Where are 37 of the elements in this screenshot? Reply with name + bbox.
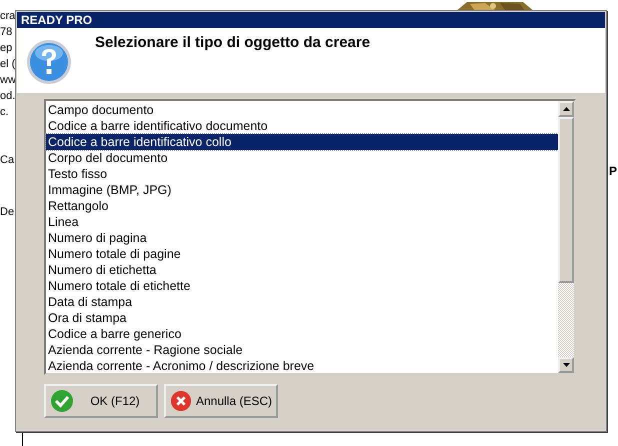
list-item[interactable]: Codice a barre identificativo documento [46,118,558,134]
scrollbar[interactable] [558,101,574,373]
list-item[interactable]: Codice a barre identificativo collo [46,134,558,150]
down-arrow-icon[interactable] [562,363,570,367]
close-icon [170,389,192,413]
document-text: el ( [0,58,16,70]
list-item[interactable]: Corpo del documento [46,150,558,166]
cancel-button[interactable]: Annulla (ESC) [164,384,278,418]
list-item[interactable]: Data di stampa [46,294,558,310]
document-text: od. [0,90,16,102]
list-item[interactable]: Azienda corrente - Ragione sociale [46,342,558,358]
up-arrow-icon[interactable] [562,107,570,111]
list-item[interactable]: Numero di pagina [46,230,558,246]
list-item[interactable]: Campo documento [46,102,558,118]
window-title: READY PRO [17,12,605,28]
list-item[interactable]: Numero totale di pagine [46,246,558,262]
document-text: De [0,206,14,218]
document-text: ep [0,42,12,54]
document-text: 78 [0,26,12,38]
list-item[interactable]: Codice a barre generico [46,326,558,342]
list-item[interactable]: Azienda corrente - Acronimo / descrizione breve [46,358,558,374]
list-item[interactable]: Immagine (BMP, JPG) [46,182,558,198]
dialog-prompt: Selezionare il tipo di oggetto da creare [95,34,370,53]
document-text: c. [0,106,9,118]
document-text: ww [0,74,16,86]
document-text: P [609,164,618,178]
document-text: cra [0,10,16,22]
list-item[interactable]: Ora di stampa [46,310,558,326]
list-item[interactable]: Numero di etichetta [46,262,558,278]
list-item[interactable]: Linea [46,214,558,230]
question-icon [25,38,73,86]
list-item[interactable]: Testo fisso [46,166,558,182]
document-text: Ca [0,154,14,166]
check-icon [50,389,74,413]
ok-button[interactable]: OK (F12) [44,384,158,418]
list-item[interactable]: Numero totale di etichette [46,278,558,294]
list-item[interactable]: Rettangolo [46,198,558,214]
